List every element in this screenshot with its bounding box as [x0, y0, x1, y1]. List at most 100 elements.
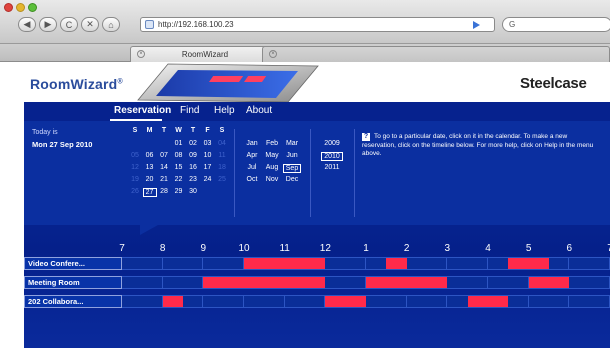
month-option[interactable]: Oct [243, 176, 261, 183]
booking-block[interactable] [386, 258, 407, 269]
zoom-window-button[interactable] [28, 3, 37, 12]
month-option[interactable]: May [263, 152, 281, 159]
timeline-slot[interactable] [122, 276, 163, 289]
booking-block[interactable] [162, 296, 183, 307]
timeline-slot[interactable] [325, 276, 366, 289]
tab-close-icon[interactable]: × [269, 50, 277, 58]
reload-button[interactable]: C [60, 17, 78, 32]
calendar-day[interactable]: 05 [128, 152, 142, 159]
calendar-day[interactable]: 23 [186, 176, 200, 183]
year-option[interactable]: 2011 [321, 164, 343, 171]
tab-roomwizard[interactable]: × RoomWizard [130, 46, 280, 62]
forward-button[interactable]: ▶ [39, 17, 57, 32]
timeline-slot[interactable] [203, 257, 244, 270]
back-button[interactable]: ◀ [18, 17, 36, 32]
calendar-day[interactable]: 15 [172, 164, 186, 171]
room-label[interactable]: Meeting Room [24, 276, 122, 289]
menu-find[interactable]: Find [180, 105, 199, 116]
calendar-day[interactable]: 20 [143, 176, 157, 183]
home-button[interactable]: ⌂ [102, 17, 120, 32]
minimize-window-button[interactable] [16, 3, 25, 12]
calendar-day[interactable]: 09 [186, 152, 200, 159]
month-option[interactable]: Apr [243, 152, 261, 159]
timeline-slot[interactable] [284, 295, 326, 308]
room-timeline[interactable] [122, 295, 610, 308]
month-option[interactable]: Jan [243, 140, 261, 147]
calendar-day[interactable]: 18 [215, 164, 229, 171]
calendar-day[interactable]: 24 [201, 176, 215, 183]
booking-block[interactable] [467, 296, 509, 307]
timeline-slot[interactable] [203, 295, 244, 308]
month-option[interactable]: Nov [263, 176, 281, 183]
calendar-day[interactable]: 12 [128, 164, 142, 171]
room-label[interactable]: 202 Collabora... [24, 295, 122, 308]
timeline-slot[interactable] [162, 257, 204, 270]
calendar-day[interactable]: 08 [172, 152, 186, 159]
timeline-slot[interactable] [528, 295, 570, 308]
booking-block[interactable] [203, 277, 326, 288]
calendar-day[interactable]: 13 [143, 164, 157, 171]
calendar-day[interactable]: 30 [186, 188, 200, 195]
month-option[interactable]: Dec [283, 176, 301, 183]
room-timeline[interactable] [122, 257, 610, 270]
calendar-day[interactable]: 02 [186, 140, 200, 147]
search-field[interactable]: G [502, 17, 610, 32]
calendar-day[interactable]: 25 [215, 176, 229, 183]
calendar-day[interactable]: 27 [142, 188, 157, 197]
menu-about[interactable]: About [246, 105, 272, 116]
timeline-slot[interactable] [447, 276, 488, 289]
calendar-day[interactable]: 28 [157, 188, 171, 195]
calendar-day[interactable]: 01 [172, 140, 186, 147]
tab-blank[interactable]: × [262, 46, 610, 62]
calendar-day[interactable]: 04 [215, 140, 229, 147]
room-timeline[interactable] [122, 276, 610, 289]
address-bar[interactable]: http://192.168.100.23 [140, 17, 495, 32]
timeline-slot[interactable] [366, 295, 407, 308]
timeline-slot[interactable] [447, 257, 488, 270]
timeline-slot[interactable] [569, 276, 610, 289]
calendar-day[interactable]: 06 [143, 152, 157, 159]
year-option[interactable]: 2010 [321, 152, 343, 161]
room-label[interactable]: Video Confere... [24, 257, 122, 270]
month-option[interactable]: Feb [263, 140, 281, 147]
calendar-day[interactable]: 29 [172, 188, 186, 195]
booking-block[interactable] [244, 258, 326, 269]
month-option[interactable]: Aug [263, 164, 281, 171]
month-option[interactable]: Jul [243, 164, 261, 171]
calendar-day[interactable]: 07 [157, 152, 171, 159]
menu-help[interactable]: Help [214, 105, 235, 116]
tab-close-icon[interactable]: × [137, 50, 145, 58]
booking-block[interactable] [528, 277, 570, 288]
menu-reservation[interactable]: Reservation [114, 105, 171, 116]
timeline-slot[interactable] [569, 257, 610, 270]
booking-block[interactable] [508, 258, 549, 269]
calendar-day[interactable]: 26 [128, 188, 142, 195]
booking-block[interactable] [325, 296, 366, 307]
timeline-slot[interactable] [406, 295, 448, 308]
timeline-slot[interactable] [162, 276, 204, 289]
calendar-day[interactable]: 16 [186, 164, 200, 171]
calendar-day[interactable]: 14 [157, 164, 171, 171]
timeline-slot[interactable] [122, 257, 163, 270]
month-option[interactable]: Jun [283, 152, 301, 159]
month-option[interactable]: Mar [283, 140, 301, 147]
timeline-slot[interactable] [244, 295, 285, 308]
timeline-slot[interactable] [569, 295, 610, 308]
timeline-slot[interactable] [122, 295, 163, 308]
timeline-slot[interactable] [325, 257, 366, 270]
go-arrow-icon[interactable] [473, 21, 480, 29]
calendar-day[interactable]: 22 [172, 176, 186, 183]
close-window-button[interactable] [4, 3, 13, 12]
calendar-day[interactable]: 10 [201, 152, 215, 159]
booking-block[interactable] [366, 277, 448, 288]
timeline-slot[interactable] [488, 276, 529, 289]
calendar-day[interactable]: 03 [201, 140, 215, 147]
year-option[interactable]: 2009 [321, 140, 343, 147]
timeline-slot[interactable] [406, 257, 448, 270]
stop-button[interactable]: ✕ [81, 17, 99, 32]
month-option[interactable]: Sep [283, 164, 301, 173]
calendar-day[interactable]: 21 [157, 176, 171, 183]
calendar-day[interactable]: 17 [201, 164, 215, 171]
calendar-day[interactable]: 19 [128, 176, 142, 183]
calendar-day[interactable]: 11 [215, 152, 229, 159]
